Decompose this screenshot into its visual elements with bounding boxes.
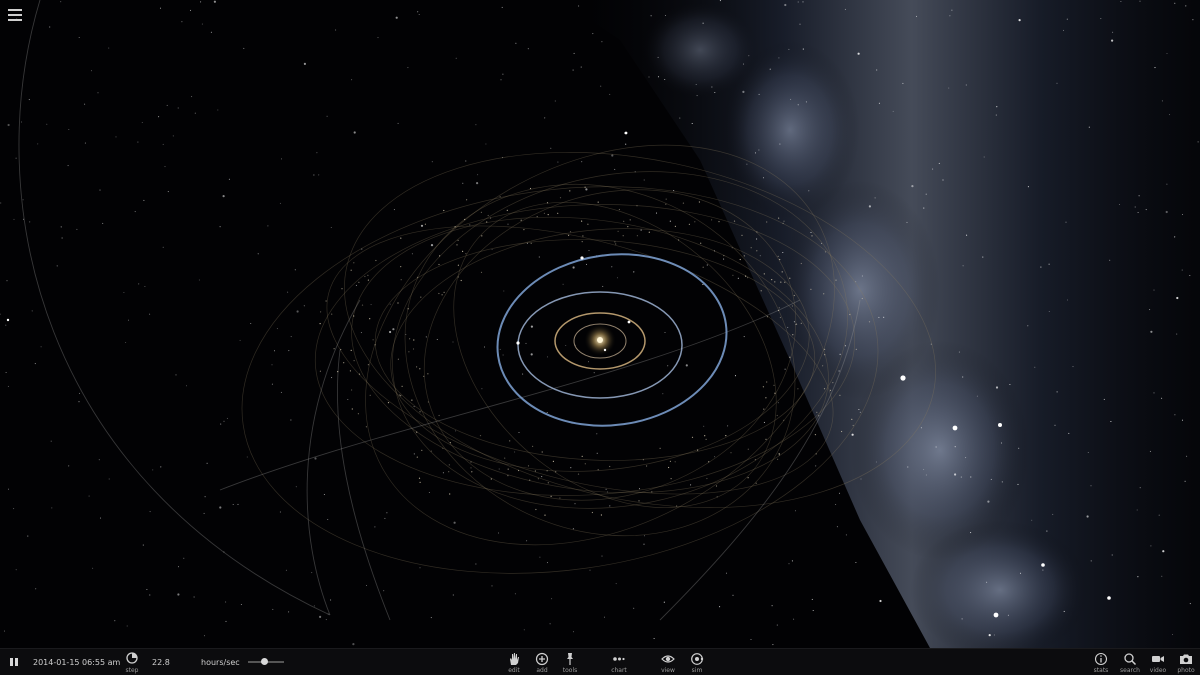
edit-button[interactable]: edit bbox=[505, 649, 523, 675]
view-button[interactable]: view bbox=[659, 649, 677, 675]
hamburger-menu-icon[interactable] bbox=[6, 6, 24, 22]
planet-mercury bbox=[603, 348, 607, 352]
pause-button[interactable] bbox=[8, 656, 20, 668]
stats-label: stats bbox=[1093, 666, 1109, 674]
milky-way-band bbox=[560, 0, 1200, 648]
chart-button[interactable]: chart bbox=[610, 649, 628, 675]
planet-earth bbox=[516, 341, 520, 345]
tools-label: tools bbox=[562, 666, 578, 674]
tools-button[interactable]: tools bbox=[561, 649, 579, 675]
pause-icon bbox=[10, 658, 13, 666]
edit-label: edit bbox=[508, 666, 520, 674]
sim-label: sim bbox=[691, 666, 703, 674]
video-label: video bbox=[1149, 666, 1167, 674]
speed-slider-knob[interactable] bbox=[260, 658, 268, 665]
dots-icon bbox=[613, 656, 625, 661]
add-label: add bbox=[536, 666, 548, 674]
pin-icon bbox=[567, 652, 573, 665]
camera-photo-icon bbox=[1180, 654, 1192, 664]
chart-label: chart bbox=[611, 666, 627, 674]
planet-venus bbox=[627, 320, 631, 324]
step-dial-icon bbox=[126, 651, 138, 664]
step-button[interactable]: step bbox=[124, 649, 140, 675]
search-label: search bbox=[1120, 666, 1140, 674]
step-unit[interactable]: hours/sec bbox=[201, 649, 240, 675]
plus-circle-icon bbox=[535, 652, 549, 665]
magnifier-icon bbox=[1124, 652, 1137, 665]
planet-distant bbox=[6, 318, 10, 322]
speed-slider[interactable] bbox=[248, 658, 284, 665]
photo-button[interactable]: photo bbox=[1177, 649, 1195, 675]
info-icon bbox=[1094, 652, 1108, 665]
sim-button[interactable]: sim bbox=[688, 649, 706, 675]
view-label: view bbox=[661, 666, 675, 674]
sun[interactable] bbox=[597, 337, 603, 343]
orbit-icon bbox=[691, 652, 704, 665]
hand-icon bbox=[510, 652, 519, 665]
planet-mars bbox=[580, 256, 584, 260]
step-value[interactable]: 22.8 bbox=[152, 649, 170, 675]
search-button[interactable]: search bbox=[1120, 649, 1140, 675]
step-label: step bbox=[125, 666, 139, 674]
eye-icon bbox=[661, 654, 675, 663]
bottom-toolbar: 2014-01-15 06:55 am step 22.8 hours/sec … bbox=[0, 648, 1200, 675]
photo-label: photo bbox=[1177, 666, 1195, 674]
video-button[interactable]: video bbox=[1149, 649, 1167, 675]
space-viewport[interactable] bbox=[0, 0, 1200, 648]
camera-video-icon bbox=[1152, 655, 1164, 662]
add-button[interactable]: add bbox=[533, 649, 551, 675]
stats-button[interactable]: stats bbox=[1092, 649, 1110, 675]
date-time-display[interactable]: 2014-01-15 06:55 am bbox=[33, 649, 120, 675]
